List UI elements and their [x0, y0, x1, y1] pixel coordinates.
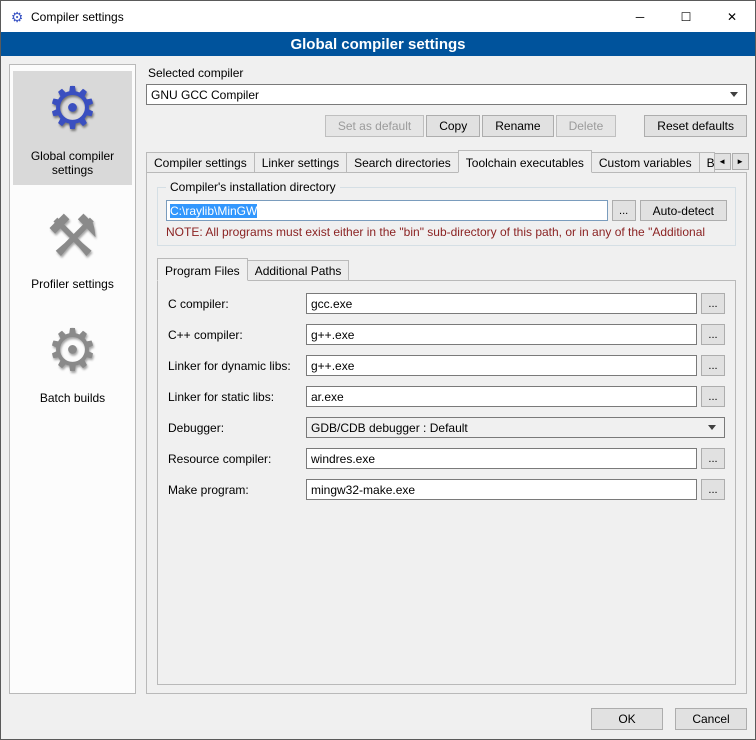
chevron-down-icon	[726, 85, 742, 104]
selected-compiler-dropdown[interactable]: GNU GCC Compiler	[146, 84, 747, 105]
selected-compiler-label: Selected compiler	[148, 66, 747, 80]
installation-directory-input[interactable]: C:\raylib\MinGW	[166, 200, 608, 221]
compiler-actions-row: Set as default Copy Rename Delete Reset …	[146, 115, 747, 137]
sidebar-item-label: Batch builds	[15, 391, 130, 405]
cpp-compiler-input[interactable]	[306, 324, 697, 345]
reset-defaults-button[interactable]: Reset defaults	[644, 115, 747, 137]
tab-toolchain-executables[interactable]: Toolchain executables	[458, 150, 592, 173]
page-title: Global compiler settings	[290, 36, 465, 53]
dynamic-linker-label: Linker for dynamic libs:	[168, 359, 306, 373]
cpp-compiler-browse-button[interactable]: ...	[701, 324, 725, 345]
c-compiler-row: C compiler: ...	[168, 293, 725, 314]
debugger-label: Debugger:	[168, 421, 306, 435]
delete-button[interactable]: Delete	[556, 115, 617, 137]
sidebar-item-label: Profiler settings	[15, 277, 130, 291]
title-bar: ⚙ Compiler settings ─ ☐ ✕	[1, 1, 755, 32]
resource-compiler-browse-button[interactable]: ...	[701, 448, 725, 469]
auto-detect-button[interactable]: Auto-detect	[640, 200, 727, 221]
c-compiler-input[interactable]	[306, 293, 697, 314]
cpp-compiler-label: C++ compiler:	[168, 328, 306, 342]
make-program-row: Make program: ...	[168, 479, 725, 500]
main-panel: Selected compiler GNU GCC Compiler Set a…	[146, 64, 747, 694]
toolchain-executables-panel: Compiler's installation directory C:\ray…	[146, 172, 747, 694]
app-gear-icon: ⚙	[9, 9, 25, 25]
static-linker-browse-button[interactable]: ...	[701, 386, 725, 407]
dynamic-linker-input[interactable]	[306, 355, 697, 376]
sidebar-item-profiler-settings[interactable]: ⚒ Profiler settings	[13, 199, 132, 299]
make-program-browse-button[interactable]: ...	[701, 479, 725, 500]
sidebar-item-global-compiler-settings[interactable]: ⚙ Global compiler settings	[13, 71, 132, 185]
window-title: Compiler settings	[31, 10, 124, 24]
set-as-default-button[interactable]: Set as default	[325, 115, 424, 137]
resource-compiler-label: Resource compiler:	[168, 452, 306, 466]
note-text: NOTE: All programs must exist either in …	[166, 225, 727, 239]
c-compiler-browse-button[interactable]: ...	[701, 293, 725, 314]
tab-scroll-right-icon[interactable]: ►	[732, 153, 749, 170]
installation-directory-legend: Compiler's installation directory	[166, 180, 340, 194]
sidebar-item-batch-builds[interactable]: ⚙ Batch builds	[13, 313, 132, 413]
cpp-compiler-row: C++ compiler: ...	[168, 324, 725, 345]
static-linker-label: Linker for static libs:	[168, 390, 306, 404]
browse-directory-button[interactable]: ...	[612, 200, 636, 221]
installation-directory-row: C:\raylib\MinGW ... Auto-detect	[166, 200, 727, 221]
resource-compiler-row: Resource compiler: ...	[168, 448, 725, 469]
tab-build-clipped[interactable]: Buil	[699, 152, 715, 172]
installation-directory-groupbox: Compiler's installation directory C:\ray…	[157, 187, 736, 246]
tab-linker-settings[interactable]: Linker settings	[254, 152, 347, 172]
sidebar-item-label: Global compiler settings	[15, 149, 130, 177]
program-files-panel: C compiler: ... C++ compiler: ... Linker…	[157, 280, 736, 685]
debugger-value: GDB/CDB debugger : Default	[311, 421, 704, 435]
subtab-additional-paths[interactable]: Additional Paths	[247, 260, 350, 280]
dialog-footer: OK Cancel	[1, 702, 755, 739]
debugger-dropdown[interactable]: GDB/CDB debugger : Default	[306, 417, 725, 438]
tab-compiler-settings[interactable]: Compiler settings	[146, 152, 255, 172]
minimize-button[interactable]: ─	[617, 1, 663, 32]
tab-search-directories[interactable]: Search directories	[346, 152, 459, 172]
chevron-down-icon	[704, 418, 720, 437]
maximize-button[interactable]: ☐	[663, 1, 709, 32]
selected-compiler-value: GNU GCC Compiler	[151, 88, 726, 102]
static-linker-input[interactable]	[306, 386, 697, 407]
rename-button[interactable]: Rename	[482, 115, 553, 137]
cancel-button[interactable]: Cancel	[675, 708, 747, 730]
program-files-tabstrip: Program Files Additional Paths	[157, 258, 736, 280]
settings-tabstrip: Compiler settings Linker settings Search…	[146, 149, 747, 172]
tab-scroll-left-icon[interactable]: ◄	[714, 153, 731, 170]
compiler-settings-dialog: ⚙ Compiler settings ─ ☐ ✕ Global compile…	[0, 0, 756, 740]
settings-sidebar: ⚙ Global compiler settings ⚒ Profiler se…	[9, 64, 136, 694]
tab-scroll-controls: ◄ ►	[714, 153, 749, 172]
dynamic-linker-browse-button[interactable]: ...	[701, 355, 725, 376]
dialog-header: Global compiler settings	[1, 32, 755, 56]
ok-button[interactable]: OK	[591, 708, 663, 730]
gear-icon: ⚙	[15, 77, 130, 145]
window-controls: ─ ☐ ✕	[617, 1, 755, 32]
static-linker-row: Linker for static libs: ...	[168, 386, 725, 407]
tab-custom-variables[interactable]: Custom variables	[591, 152, 700, 172]
dynamic-linker-row: Linker for dynamic libs: ...	[168, 355, 725, 376]
debugger-row: Debugger: GDB/CDB debugger : Default	[168, 417, 725, 438]
profiler-tool-icon: ⚒	[15, 205, 130, 273]
copy-button[interactable]: Copy	[426, 115, 480, 137]
c-compiler-label: C compiler:	[168, 297, 306, 311]
make-program-label: Make program:	[168, 483, 306, 497]
make-program-input[interactable]	[306, 479, 697, 500]
dialog-content: ⚙ Global compiler settings ⚒ Profiler se…	[1, 56, 755, 702]
subtab-program-files[interactable]: Program Files	[157, 258, 248, 281]
close-button[interactable]: ✕	[709, 1, 755, 32]
resource-compiler-input[interactable]	[306, 448, 697, 469]
installation-directory-selected-text: C:\raylib\MinGW	[170, 204, 257, 218]
gear-icon: ⚙	[15, 319, 130, 387]
